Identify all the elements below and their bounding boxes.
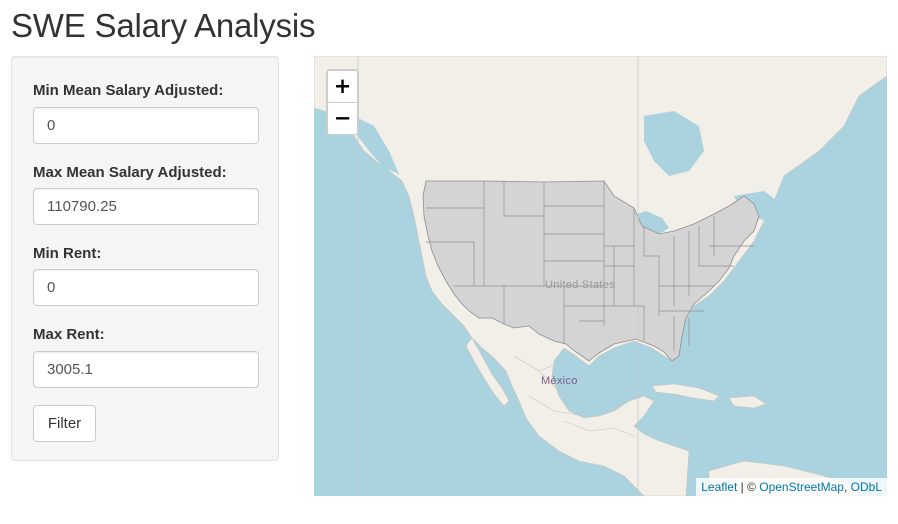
land-cuba xyxy=(651,383,720,402)
max-salary-label: Max Mean Salary Adjusted: xyxy=(33,164,227,181)
attribution-comma: , xyxy=(843,480,851,494)
max-rent-label: Max Rent: xyxy=(33,326,105,343)
min-salary-input[interactable] xyxy=(33,107,259,144)
map-tiles xyxy=(314,56,887,496)
min-rent-input[interactable] xyxy=(33,269,259,306)
max-rent-input[interactable] xyxy=(33,351,259,388)
min-salary-label: Min Mean Salary Adjusted: xyxy=(33,82,224,99)
page-title: SWE Salary Analysis xyxy=(11,7,316,44)
map-label-mexico: México xyxy=(541,375,578,387)
land-hispaniola xyxy=(728,395,767,409)
min-rent-label: Min Rent: xyxy=(33,245,102,262)
openstreetmap-link[interactable]: OpenStreetMap xyxy=(759,480,844,494)
leaflet-link[interactable]: Leaflet xyxy=(701,480,737,494)
zoom-in-button[interactable]: + xyxy=(328,71,357,103)
zoom-out-button[interactable]: − xyxy=(328,103,357,134)
zoom-control: + − xyxy=(326,69,359,135)
map-attribution: Leaflet | © OpenStreetMap, ODbL xyxy=(696,478,887,496)
map-label-united-states: United States xyxy=(545,279,615,291)
filter-button[interactable]: Filter xyxy=(33,405,96,442)
attribution-separator: | © xyxy=(737,480,760,494)
max-salary-input[interactable] xyxy=(33,188,259,225)
odbl-link[interactable]: ODbL xyxy=(851,480,882,494)
filter-panel: Min Mean Salary Adjusted: Max Mean Salar… xyxy=(11,56,279,461)
map-view[interactable]: United States México + − Leaflet | © Ope… xyxy=(314,56,887,496)
